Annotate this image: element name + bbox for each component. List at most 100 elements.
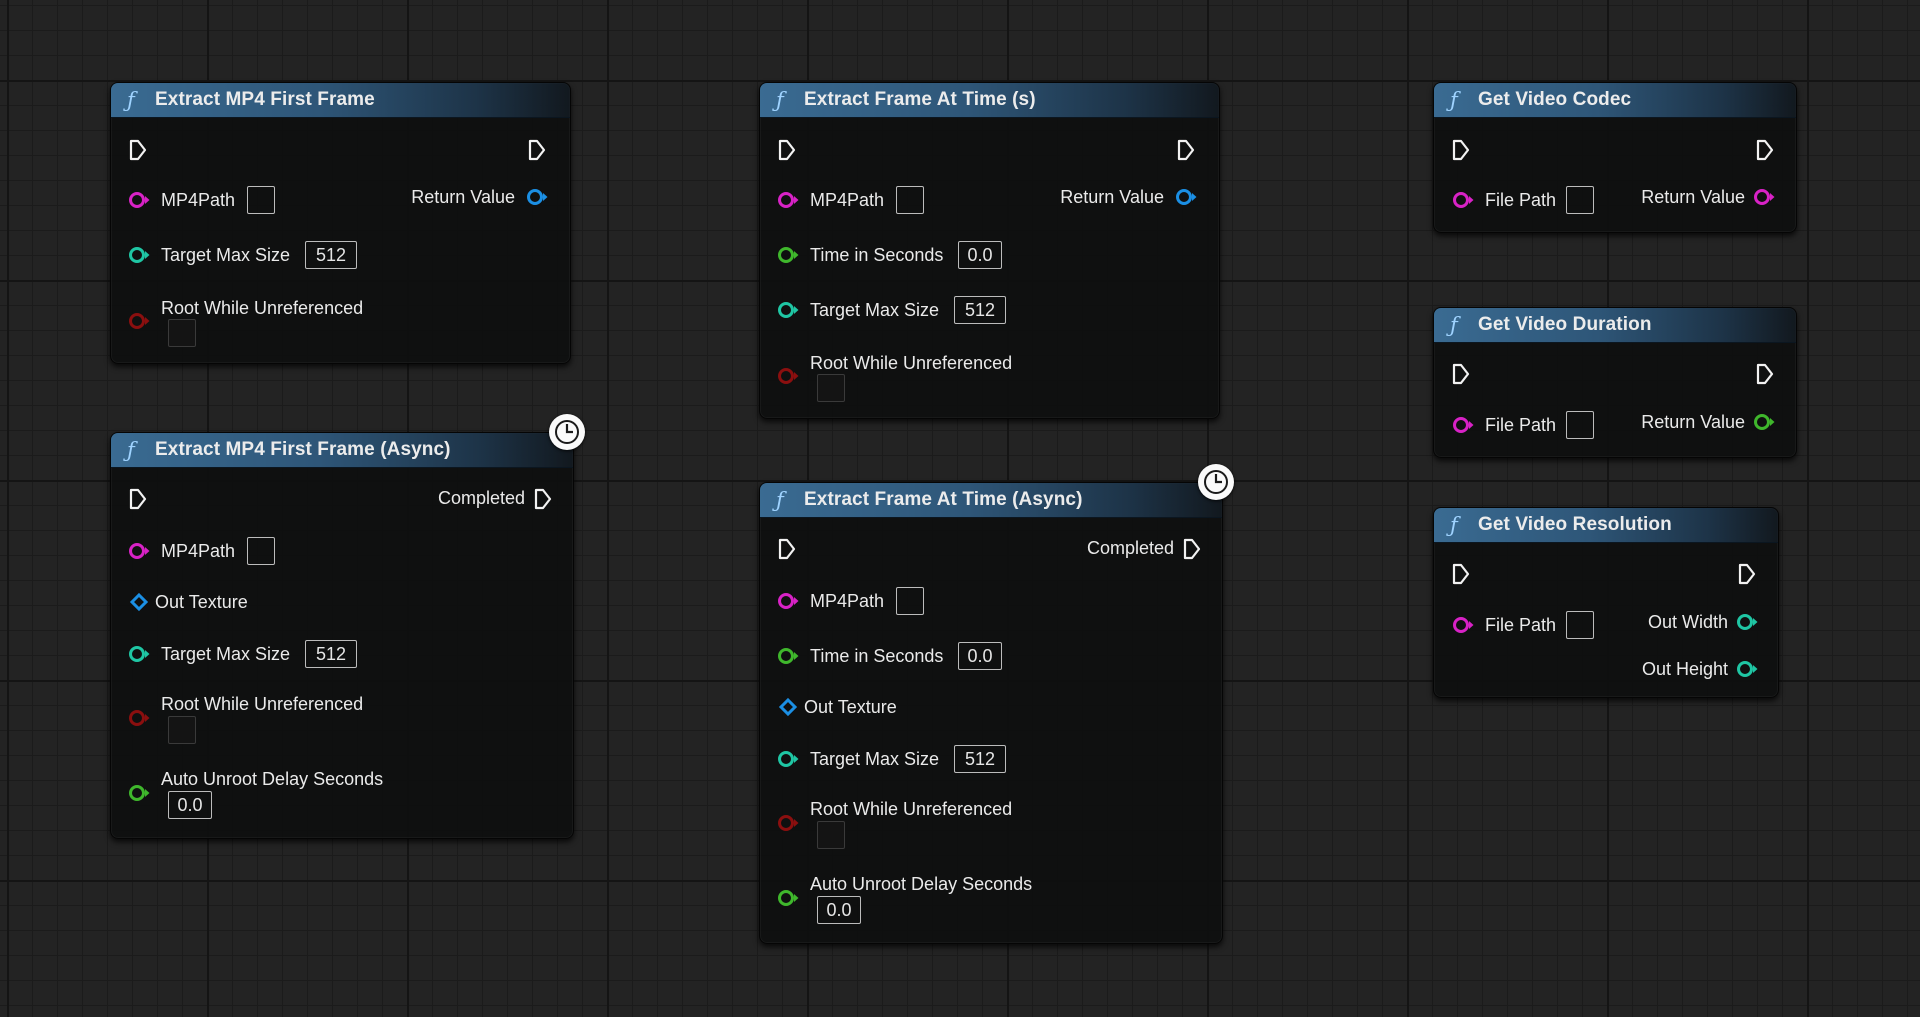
exec-out-pin-icon[interactable] bbox=[1737, 563, 1757, 585]
exec-in-pin-icon[interactable] bbox=[1451, 139, 1471, 161]
node-extract-frame-at-time[interactable]: ƒ Extract Frame At Time (s) MP4Path Retu… bbox=[759, 82, 1220, 419]
return-value-pin-icon[interactable] bbox=[525, 187, 549, 207]
latent-clock-icon bbox=[1198, 464, 1234, 500]
return-value-label: Return Value bbox=[1641, 187, 1745, 207]
out-height-pin-icon[interactable] bbox=[1735, 659, 1759, 679]
root-while-unreferenced-pin-icon[interactable] bbox=[127, 311, 151, 331]
exec-out-pin-icon[interactable] bbox=[1755, 363, 1775, 385]
auto-unroot-delay-input[interactable]: 0.0 bbox=[168, 791, 212, 819]
time-in-seconds-pin-icon[interactable] bbox=[776, 245, 800, 265]
root-while-unreferenced-checkbox[interactable] bbox=[168, 319, 196, 347]
completed-exec-pin-icon[interactable] bbox=[1182, 538, 1202, 560]
function-icon: ƒ bbox=[776, 87, 784, 112]
mp4path-input[interactable] bbox=[247, 537, 275, 565]
root-while-unreferenced-checkbox[interactable] bbox=[168, 716, 196, 744]
root-while-unreferenced-pin-icon[interactable] bbox=[127, 708, 151, 728]
out-height-label: Out Height bbox=[1641, 659, 1728, 679]
node-extract-frame-at-time-async[interactable]: ƒ Extract Frame At Time (Async) Complete… bbox=[759, 482, 1223, 944]
exec-in-pin-icon[interactable] bbox=[128, 139, 148, 161]
mp4path-label: MP4Path bbox=[161, 541, 236, 561]
time-in-seconds-label: Time in Seconds bbox=[810, 646, 944, 666]
target-max-size-input[interactable]: 512 bbox=[305, 241, 357, 269]
target-max-size-pin-icon[interactable] bbox=[776, 749, 800, 769]
time-in-seconds-input[interactable]: 0.0 bbox=[958, 642, 1002, 670]
function-icon: ƒ bbox=[127, 437, 135, 462]
root-while-unreferenced-label: Root While Unreferenced bbox=[161, 694, 364, 714]
node-extract-mp4-first-frame[interactable]: ƒ Extract MP4 First Frame MP4Path Return… bbox=[110, 82, 571, 364]
root-while-unreferenced-label: Root While Unreferenced bbox=[810, 799, 1013, 819]
exec-out-pin-icon[interactable] bbox=[1176, 139, 1196, 161]
completed-label: Completed bbox=[1086, 538, 1174, 558]
root-while-unreferenced-label: Root While Unreferenced bbox=[810, 353, 1013, 373]
out-width-pin-icon[interactable] bbox=[1735, 612, 1759, 632]
node-header[interactable]: ƒ Extract MP4 First Frame (Async) bbox=[111, 433, 573, 468]
target-max-size-pin-icon[interactable] bbox=[127, 644, 151, 664]
exec-out-pin-icon[interactable] bbox=[1755, 139, 1775, 161]
mp4path-label: MP4Path bbox=[810, 591, 885, 611]
mp4path-input[interactable] bbox=[896, 587, 924, 615]
return-value-pin-icon[interactable] bbox=[1752, 187, 1776, 207]
file-path-input[interactable] bbox=[1566, 411, 1594, 439]
exec-in-pin-icon[interactable] bbox=[777, 139, 797, 161]
return-value-pin-icon[interactable] bbox=[1752, 412, 1776, 432]
mp4path-label: MP4Path bbox=[161, 190, 236, 210]
exec-out-pin-icon[interactable] bbox=[527, 139, 547, 161]
target-max-size-label: Target Max Size bbox=[161, 245, 291, 265]
time-in-seconds-input[interactable]: 0.0 bbox=[958, 241, 1002, 269]
return-value-pin-icon[interactable] bbox=[1174, 187, 1198, 207]
file-path-pin-icon[interactable] bbox=[1451, 615, 1475, 635]
auto-unroot-delay-pin-icon[interactable] bbox=[127, 783, 151, 803]
mp4path-input[interactable] bbox=[247, 186, 275, 214]
node-title: Extract MP4 First Frame bbox=[155, 89, 375, 110]
target-max-size-input[interactable]: 512 bbox=[954, 745, 1006, 773]
root-while-unreferenced-checkbox[interactable] bbox=[817, 374, 845, 402]
target-max-size-pin-icon[interactable] bbox=[776, 300, 800, 320]
node-header[interactable]: ƒ Extract Frame At Time (s) bbox=[760, 83, 1219, 118]
file-path-pin-icon[interactable] bbox=[1451, 190, 1475, 210]
file-path-label: File Path bbox=[1485, 615, 1557, 635]
out-texture-pin-icon[interactable] bbox=[129, 592, 149, 612]
return-value-label: Return Value bbox=[1060, 187, 1164, 207]
time-in-seconds-pin-icon[interactable] bbox=[776, 646, 800, 666]
target-max-size-pin-icon[interactable] bbox=[127, 245, 151, 265]
out-texture-label: Out Texture bbox=[155, 592, 248, 612]
auto-unroot-delay-label: Auto Unroot Delay Seconds bbox=[161, 769, 384, 789]
node-header[interactable]: ƒ Extract Frame At Time (Async) bbox=[760, 483, 1222, 518]
file-path-input[interactable] bbox=[1566, 611, 1594, 639]
node-get-video-duration[interactable]: ƒ Get Video Duration File Path Return Va… bbox=[1433, 307, 1797, 458]
mp4path-pin-icon[interactable] bbox=[776, 591, 800, 611]
node-header[interactable]: ƒ Get Video Duration bbox=[1434, 308, 1796, 343]
node-header[interactable]: ƒ Get Video Codec bbox=[1434, 83, 1796, 118]
auto-unroot-delay-pin-icon[interactable] bbox=[776, 888, 800, 908]
node-header[interactable]: ƒ Extract MP4 First Frame bbox=[111, 83, 570, 118]
out-texture-pin-icon[interactable] bbox=[778, 697, 798, 717]
node-title: Extract MP4 First Frame (Async) bbox=[155, 439, 451, 460]
completed-exec-pin-icon[interactable] bbox=[533, 488, 553, 510]
node-get-video-codec[interactable]: ƒ Get Video Codec File Path Return Value bbox=[1433, 82, 1797, 233]
node-extract-mp4-first-frame-async[interactable]: ƒ Extract MP4 First Frame (Async) Comple… bbox=[110, 432, 574, 839]
exec-in-pin-icon[interactable] bbox=[1451, 363, 1471, 385]
mp4path-input[interactable] bbox=[896, 186, 924, 214]
node-title: Get Video Codec bbox=[1478, 89, 1632, 110]
target-max-size-input[interactable]: 512 bbox=[305, 640, 357, 668]
auto-unroot-delay-input[interactable]: 0.0 bbox=[817, 896, 861, 924]
mp4path-pin-icon[interactable] bbox=[127, 190, 151, 210]
out-width-label: Out Width bbox=[1647, 612, 1728, 632]
out-texture-label: Out Texture bbox=[804, 697, 897, 717]
exec-in-pin-icon[interactable] bbox=[777, 538, 797, 560]
file-path-input[interactable] bbox=[1566, 186, 1594, 214]
root-while-unreferenced-label: Root While Unreferenced bbox=[161, 298, 364, 318]
exec-in-pin-icon[interactable] bbox=[128, 488, 148, 510]
node-get-video-resolution[interactable]: ƒ Get Video Resolution File Path Out Wid… bbox=[1433, 507, 1779, 698]
node-header[interactable]: ƒ Get Video Resolution bbox=[1434, 508, 1778, 543]
target-max-size-label: Target Max Size bbox=[810, 749, 940, 769]
mp4path-pin-icon[interactable] bbox=[127, 541, 151, 561]
target-max-size-input[interactable]: 512 bbox=[954, 296, 1006, 324]
root-while-unreferenced-pin-icon[interactable] bbox=[776, 813, 800, 833]
exec-in-pin-icon[interactable] bbox=[1451, 563, 1471, 585]
mp4path-pin-icon[interactable] bbox=[776, 190, 800, 210]
root-while-unreferenced-pin-icon[interactable] bbox=[776, 366, 800, 386]
node-title: Get Video Duration bbox=[1478, 314, 1652, 335]
root-while-unreferenced-checkbox[interactable] bbox=[817, 821, 845, 849]
file-path-pin-icon[interactable] bbox=[1451, 415, 1475, 435]
